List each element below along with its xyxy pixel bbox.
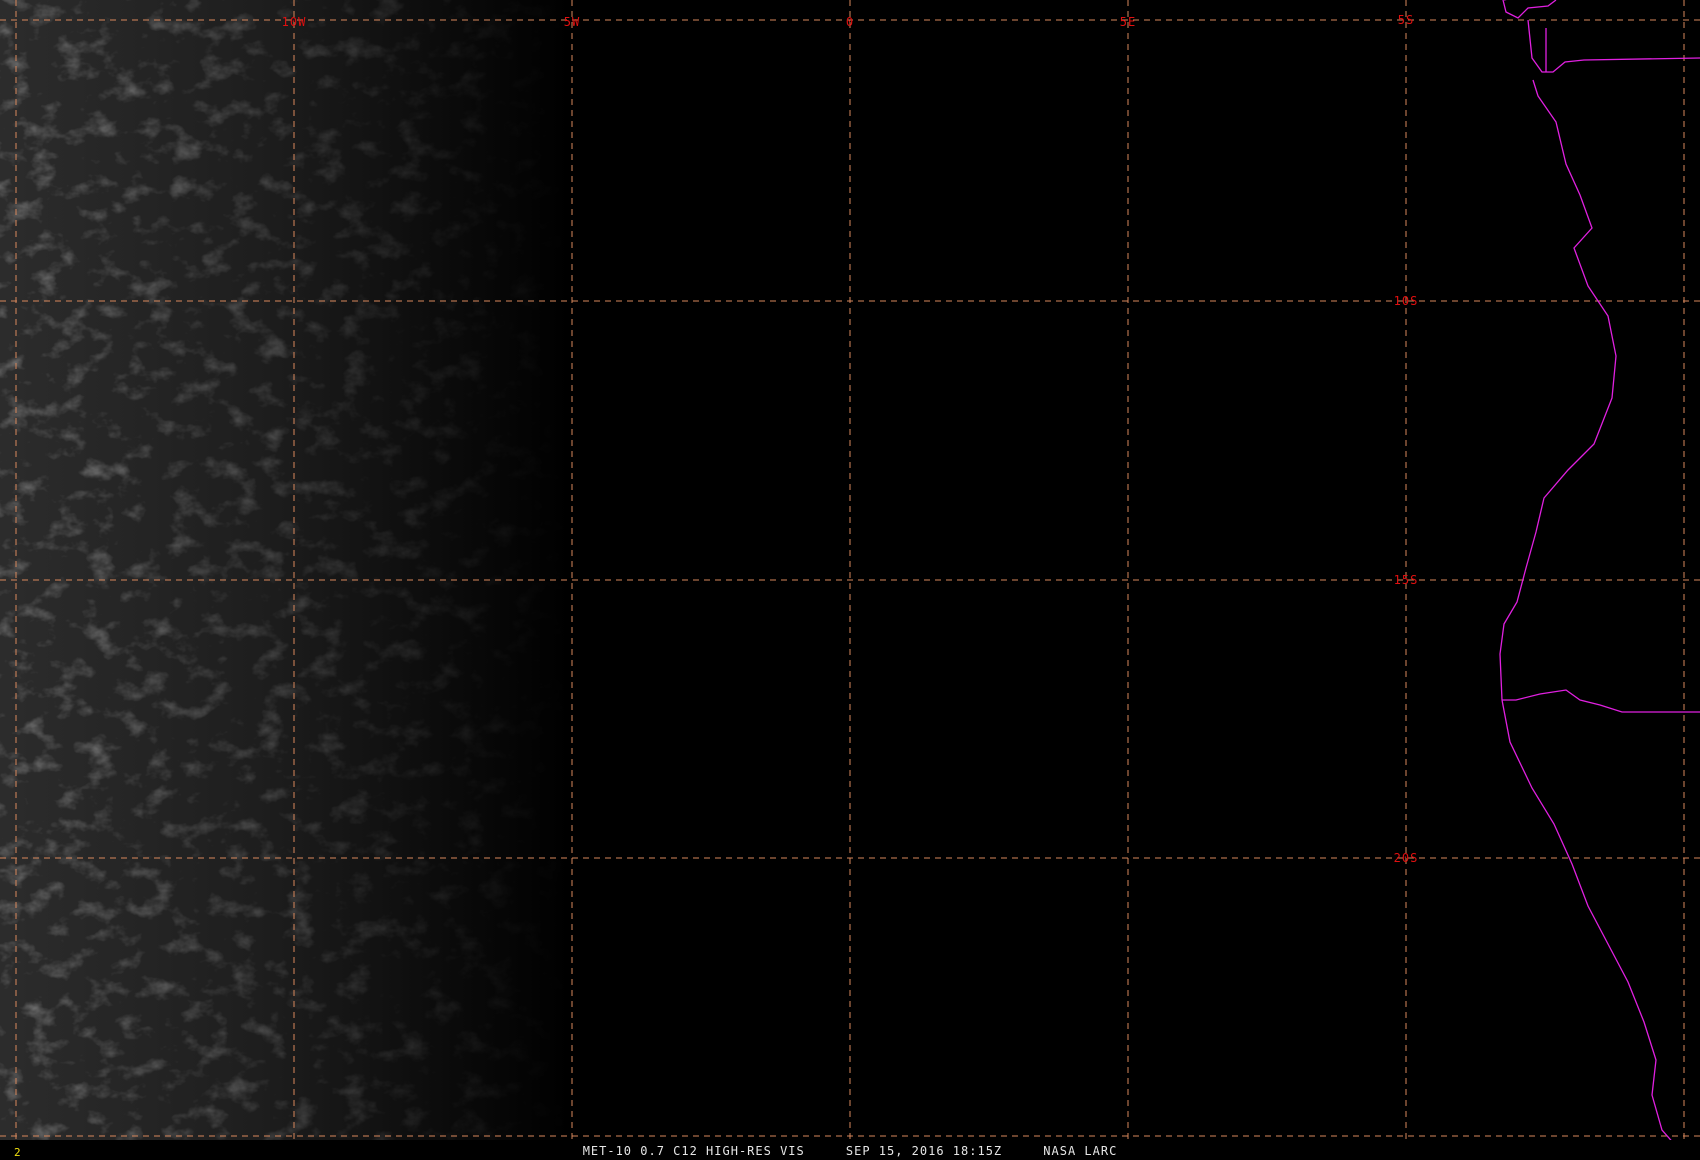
- latitude-label: 5S: [1398, 13, 1414, 27]
- image-caption: MET-10 0.7 C12 HIGH-RES VIS SEP 15, 2016…: [582, 1144, 1118, 1158]
- latitude-label: 15S: [1394, 573, 1419, 587]
- satellite-map-viewer: 10W 5W 0 5E 5S 10S 15S 20S 2 MET-10 0.7 C12 HIG…: [0, 0, 1700, 1160]
- longitude-label: 0: [846, 15, 854, 29]
- satellite-visible-imagery-icon: [0, 0, 570, 1140]
- longitude-label: 5W: [564, 15, 580, 29]
- longitude-label: 10W: [282, 15, 307, 29]
- latitude-label: 10S: [1394, 294, 1419, 308]
- longitude-label: 5E: [1120, 15, 1136, 29]
- latitude-label: 20S: [1394, 851, 1419, 865]
- map-canvas: 10W 5W 0 5E 5S 10S 15S 20S: [0, 0, 1700, 1140]
